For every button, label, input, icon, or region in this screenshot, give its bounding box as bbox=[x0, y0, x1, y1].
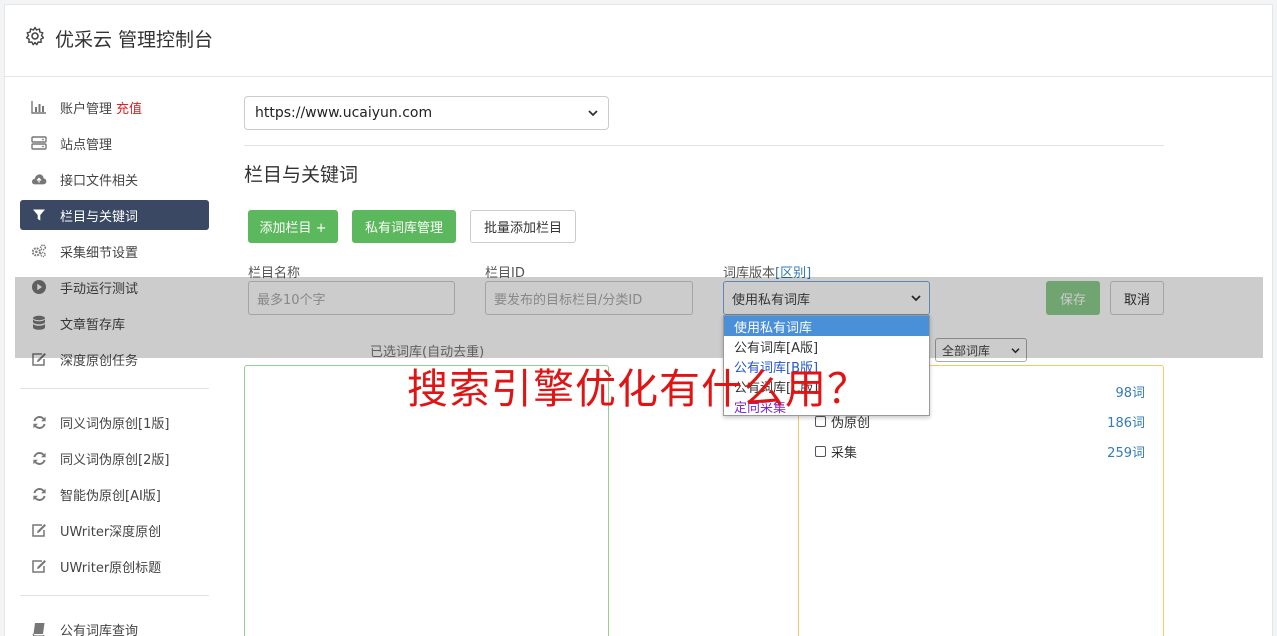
page-title: 优采云 管理控制台 bbox=[55, 29, 214, 51]
library-count: 259词 bbox=[1107, 445, 1145, 461]
sidebar-item-label: 同义词伪原创[2版] bbox=[60, 452, 170, 468]
library-name-text: 采集 bbox=[831, 445, 858, 461]
list-item[interactable]: 采集 259词 bbox=[815, 441, 1145, 461]
site-select[interactable]: https://www.ucaiyun.com bbox=[244, 96, 609, 130]
sidebar-item-columns-keywords[interactable]: 栏目与关键词 bbox=[20, 200, 209, 230]
dropdown-option-private[interactable]: 使用私有词库 bbox=[724, 316, 929, 336]
sidebar-item-label: 采集细节设置 bbox=[60, 245, 139, 261]
sidebar-item-label: 账户管理 bbox=[60, 101, 113, 117]
sidebar-divider bbox=[20, 595, 209, 596]
sidebar-item-synonym-v1[interactable]: 同义词伪原创[1版] bbox=[20, 407, 209, 437]
bar-chart-icon bbox=[31, 99, 47, 115]
gears-icon bbox=[31, 243, 47, 259]
chevron-down-icon bbox=[588, 110, 598, 117]
dropdown-option-public-a[interactable]: 公有词库[A版] bbox=[724, 336, 929, 356]
sidebar-item-label: 栏目与关键词 bbox=[60, 209, 139, 225]
section-divider bbox=[244, 145, 1164, 146]
library-name: 采集 bbox=[815, 442, 857, 461]
cloud-upload-icon bbox=[31, 171, 47, 187]
sidebar-item-sites[interactable]: 站点管理 bbox=[20, 128, 209, 158]
edit-icon bbox=[31, 558, 47, 574]
sidebar-item-label: 公有词库查询 bbox=[60, 623, 139, 636]
sidebar-item-public-library[interactable]: 公有词库查询 bbox=[20, 614, 209, 636]
sidebar-item-ai-rewrite[interactable]: 智能伪原创[AI版] bbox=[20, 479, 209, 509]
sidebar-item-uwriter-deep[interactable]: UWriter深度原创 bbox=[20, 515, 209, 545]
section-title: 栏目与关键词 bbox=[244, 164, 359, 186]
private-library-button[interactable]: 私有词库管理 bbox=[352, 210, 456, 243]
add-column-button[interactable]: 添加栏目 + bbox=[248, 210, 338, 243]
sidebar: 账户管理 充值 站点管理 接口文件相关 栏目与关键词 采集细节设置 手动运行测试… bbox=[20, 92, 209, 636]
sidebar-item-interface-files[interactable]: 接口文件相关 bbox=[20, 164, 209, 194]
site-select-value: https://www.ucaiyun.com bbox=[255, 105, 433, 121]
sidebar-item-label: 站点管理 bbox=[60, 137, 113, 153]
refresh-icon bbox=[31, 414, 47, 430]
batch-add-column-button[interactable]: 批量添加栏目 bbox=[470, 210, 576, 243]
sidebar-item-account[interactable]: 账户管理 充值 bbox=[20, 92, 209, 122]
sidebar-item-label: 同义词伪原创[1版] bbox=[60, 416, 170, 432]
sidebar-item-label: 智能伪原创[AI版] bbox=[60, 488, 161, 504]
sidebar-item-synonym-v2[interactable]: 同义词伪原创[2版] bbox=[20, 443, 209, 473]
filter-icon bbox=[31, 207, 47, 223]
gear-icon bbox=[25, 26, 45, 46]
library-count: 98词 bbox=[1115, 385, 1145, 401]
sidebar-item-uwriter-title[interactable]: UWriter原创标题 bbox=[20, 551, 209, 581]
checkbox[interactable] bbox=[815, 415, 826, 427]
book-icon bbox=[31, 621, 47, 636]
refresh-icon bbox=[31, 486, 47, 502]
sidebar-divider bbox=[20, 388, 209, 389]
server-icon bbox=[31, 135, 47, 151]
refresh-icon bbox=[31, 450, 47, 466]
library-count: 186词 bbox=[1107, 415, 1145, 431]
header: 优采云 管理控制台 bbox=[5, 5, 1272, 77]
overlay-headline: 搜索引擎优化有什么用？ bbox=[407, 365, 869, 413]
recharge-link[interactable]: 充值 bbox=[116, 98, 142, 117]
sidebar-item-label: UWriter深度原创 bbox=[60, 524, 162, 540]
sidebar-item-collection-settings[interactable]: 采集细节设置 bbox=[20, 236, 209, 266]
sidebar-item-label: 接口文件相关 bbox=[60, 173, 139, 189]
sidebar-item-label: UWriter原创标题 bbox=[60, 560, 162, 576]
checkbox[interactable] bbox=[815, 445, 826, 457]
edit-icon bbox=[31, 522, 47, 538]
overlay-band bbox=[15, 277, 1263, 358]
